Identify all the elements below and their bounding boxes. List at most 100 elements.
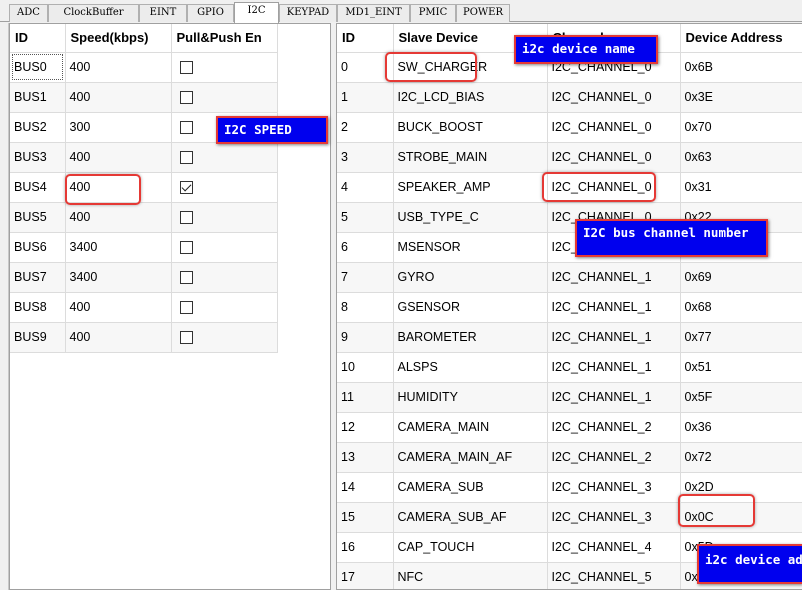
pull-push-checkbox[interactable] (179, 211, 193, 225)
bus-speed-cell[interactable]: 400 (65, 322, 172, 353)
bus-row[interactable]: BUS6 3400 (10, 232, 278, 263)
device-address-cell[interactable]: 0x5F (680, 382, 802, 413)
slave-device-cell[interactable]: NFC (393, 562, 548, 589)
device-id-cell[interactable]: 14 (337, 472, 394, 503)
device-row[interactable]: 1 I2C_LCD_BIAS I2C_CHANNEL_0 0x3E (337, 82, 802, 113)
channel-cell[interactable]: I2C_CHANNEL_5 (547, 562, 681, 589)
device-address-cell[interactable]: 0x6B (680, 52, 802, 83)
device-row[interactable]: 11 HUMIDITY I2C_CHANNEL_1 0x5F (337, 382, 802, 413)
column-header-speed[interactable]: Speed(kbps) (65, 24, 172, 53)
device-id-cell[interactable]: 11 (337, 382, 394, 413)
bus-speed-cell[interactable]: 3400 (65, 232, 172, 263)
device-id-cell[interactable]: 1 (337, 82, 394, 113)
device-address-cell[interactable]: 0x70 (680, 112, 802, 143)
slave-device-cell[interactable]: I2C_LCD_BIAS (393, 82, 548, 113)
column-header-id[interactable]: ID (10, 24, 66, 53)
bus-pull-push-cell[interactable] (171, 232, 278, 263)
device-address-cell[interactable]: 0x3E (680, 82, 802, 113)
device-address-cell[interactable]: 0x63 (680, 142, 802, 173)
bus-pull-push-cell[interactable] (171, 52, 278, 83)
pull-push-checkbox[interactable] (179, 181, 193, 195)
slave-device-cell[interactable]: GYRO (393, 262, 548, 293)
bus-id-cell[interactable]: BUS3 (10, 142, 66, 173)
slave-device-cell[interactable]: ALSPS (393, 352, 548, 383)
pull-push-checkbox[interactable] (179, 241, 193, 255)
device-id-cell[interactable]: 4 (337, 172, 394, 203)
device-id-cell[interactable]: 8 (337, 292, 394, 323)
bus-speed-cell[interactable]: 400 (65, 292, 172, 323)
device-id-cell[interactable]: 10 (337, 352, 394, 383)
device-row[interactable]: 7 GYRO I2C_CHANNEL_1 0x69 (337, 262, 802, 293)
tab-clockbuffer[interactable]: ClockBuffer (48, 4, 139, 22)
device-id-cell[interactable]: 15 (337, 502, 394, 533)
slave-device-cell[interactable]: SPEAKER_AMP (393, 172, 548, 203)
bus-id-cell[interactable]: BUS7 (10, 262, 66, 293)
device-id-cell[interactable]: 16 (337, 532, 394, 563)
bus-pull-push-cell[interactable] (171, 142, 278, 173)
device-address-cell[interactable]: 0x68 (680, 292, 802, 323)
channel-cell[interactable]: I2C_CHANNEL_0 (547, 112, 681, 143)
column-header-device-address[interactable]: Device Address (680, 24, 802, 53)
device-row[interactable]: 13 CAMERA_MAIN_AF I2C_CHANNEL_2 0x72 (337, 442, 802, 473)
slave-device-cell[interactable]: USB_TYPE_C (393, 202, 548, 233)
channel-cell[interactable]: I2C_CHANNEL_3 (547, 502, 681, 533)
device-row[interactable]: 3 STROBE_MAIN I2C_CHANNEL_0 0x63 (337, 142, 802, 173)
tab-i2c[interactable]: I2C (234, 2, 279, 23)
channel-cell[interactable]: I2C_CHANNEL_0 (547, 142, 681, 173)
tab-keypad[interactable]: KEYPAD (279, 4, 337, 22)
device-address-cell[interactable]: 0x36 (680, 412, 802, 443)
bus-id-cell[interactable]: BUS2 (10, 112, 66, 143)
device-address-cell[interactable]: 0x72 (680, 442, 802, 473)
bus-id-cell[interactable]: BUS4 (10, 172, 66, 203)
bus-row[interactable]: BUS9 400 (10, 322, 278, 353)
column-header-id[interactable]: ID (337, 24, 394, 53)
channel-cell[interactable]: I2C_CHANNEL_0 (547, 82, 681, 113)
slave-device-cell[interactable]: CAP_TOUCH (393, 532, 548, 563)
slave-device-cell[interactable]: CAMERA_SUB (393, 472, 548, 503)
channel-cell[interactable]: I2C_CHANNEL_2 (547, 412, 681, 443)
slave-device-cell[interactable]: CAMERA_MAIN_AF (393, 442, 548, 473)
bus-id-cell[interactable]: BUS9 (10, 322, 66, 353)
bus-row[interactable]: BUS4 400 (10, 172, 278, 203)
device-address-cell[interactable]: 0x77 (680, 322, 802, 353)
bus-speed-cell[interactable]: 3400 (65, 262, 172, 293)
channel-cell[interactable]: I2C_CHANNEL_3 (547, 472, 681, 503)
device-id-cell[interactable]: 7 (337, 262, 394, 293)
slave-device-cell[interactable]: CAMERA_MAIN (393, 412, 548, 443)
bus-speed-cell[interactable]: 300 (65, 112, 172, 143)
bus-row[interactable]: BUS8 400 (10, 292, 278, 323)
bus-row[interactable]: BUS0 400 (10, 52, 278, 83)
device-address-cell[interactable]: 0x31 (680, 172, 802, 203)
slave-device-cell[interactable]: GSENSOR (393, 292, 548, 323)
bus-id-cell[interactable]: BUS5 (10, 202, 66, 233)
device-row[interactable]: 10 ALSPS I2C_CHANNEL_1 0x51 (337, 352, 802, 383)
bus-row[interactable]: BUS7 3400 (10, 262, 278, 293)
bus-row[interactable]: BUS1 400 (10, 82, 278, 113)
pull-push-checkbox[interactable] (179, 61, 193, 75)
device-id-cell[interactable]: 2 (337, 112, 394, 143)
tab-pmic[interactable]: PMIC (410, 4, 456, 22)
device-row[interactable]: 9 BAROMETER I2C_CHANNEL_1 0x77 (337, 322, 802, 353)
pull-push-checkbox[interactable] (179, 331, 193, 345)
bus-id-cell[interactable]: BUS0 (10, 52, 66, 83)
bus-id-cell[interactable]: BUS6 (10, 232, 66, 263)
device-id-cell[interactable]: 12 (337, 412, 394, 443)
bus-pull-push-cell[interactable] (171, 172, 278, 203)
pull-push-checkbox[interactable] (179, 151, 193, 165)
bus-speed-cell[interactable]: 400 (65, 202, 172, 233)
tab-eint[interactable]: EINT (139, 4, 187, 22)
channel-cell[interactable]: I2C_CHANNEL_4 (547, 532, 681, 563)
tab-gpio[interactable]: GPIO (187, 4, 234, 22)
bus-pull-push-cell[interactable] (171, 292, 278, 323)
column-header-pull-push[interactable]: Pull&Push En (171, 24, 278, 53)
bus-id-cell[interactable]: BUS8 (10, 292, 66, 323)
pull-push-checkbox[interactable] (179, 121, 193, 135)
channel-cell[interactable]: I2C_CHANNEL_1 (547, 292, 681, 323)
device-id-cell[interactable]: 17 (337, 562, 394, 589)
channel-cell[interactable]: I2C_CHANNEL_1 (547, 322, 681, 353)
device-row[interactable]: 12 CAMERA_MAIN I2C_CHANNEL_2 0x36 (337, 412, 802, 443)
bus-speed-cell[interactable]: 400 (65, 52, 172, 83)
channel-cell[interactable]: I2C_CHANNEL_1 (547, 382, 681, 413)
device-row[interactable]: 8 GSENSOR I2C_CHANNEL_1 0x68 (337, 292, 802, 323)
slave-device-cell[interactable]: STROBE_MAIN (393, 142, 548, 173)
